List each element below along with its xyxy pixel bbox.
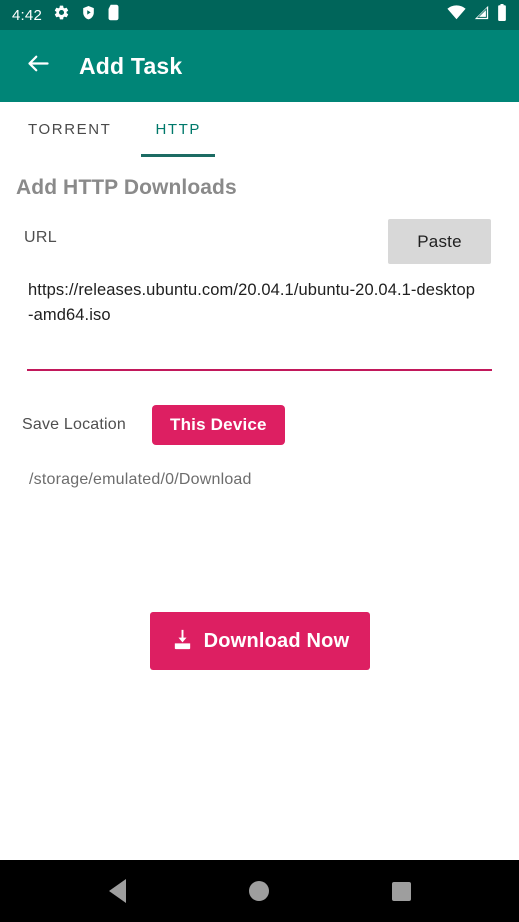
cellular-signal-icon <box>473 5 490 25</box>
nav-recents-icon <box>392 881 412 901</box>
tab-http-label: HTTP <box>155 121 202 138</box>
tab-torrent[interactable]: TORRENT <box>6 102 133 157</box>
back-button[interactable] <box>16 44 60 88</box>
tab-http[interactable]: HTTP <box>133 102 223 157</box>
shield-play-icon <box>81 4 96 26</box>
nav-recents-button[interactable] <box>372 860 432 922</box>
status-bar-left: 4:42 <box>12 4 120 26</box>
status-bar-clock: 4:42 <box>12 6 42 24</box>
download-now-button[interactable]: Download Now <box>150 612 370 670</box>
sd-card-icon <box>107 4 120 26</box>
url-field-row: URL Paste <box>0 215 519 265</box>
url-label: URL <box>24 229 57 246</box>
nav-back-button[interactable] <box>87 860 147 922</box>
status-bar-right <box>447 4 507 26</box>
main-content: Add HTTP Downloads URL Paste https://rel… <box>0 157 519 860</box>
battery-icon <box>497 4 507 26</box>
arrow-left-icon <box>25 50 52 82</box>
section-heading: Add HTTP Downloads <box>16 176 237 199</box>
nav-back-icon <box>108 879 126 903</box>
page-title: Add Task <box>79 52 183 79</box>
phone-screen: 4:42 Add Task TORRENT HTTP Add HTTP Down… <box>0 0 519 922</box>
download-icon <box>171 628 194 654</box>
download-now-label: Download Now <box>203 629 350 652</box>
gear-icon <box>53 4 70 26</box>
save-path-value: /storage/emulated/0/Download <box>29 471 252 488</box>
save-location-label: Save Location <box>22 416 127 433</box>
status-bar: 4:42 <box>0 0 519 30</box>
url-input-underline <box>27 369 492 371</box>
paste-button[interactable]: Paste <box>388 219 491 264</box>
tab-torrent-label: TORRENT <box>28 121 112 138</box>
android-nav-bar <box>0 860 519 922</box>
wifi-icon <box>447 5 466 25</box>
nav-home-button[interactable] <box>229 860 289 922</box>
save-location-row: Save Location This Device <box>0 402 285 448</box>
url-input[interactable]: https://releases.ubuntu.com/20.04.1/ubun… <box>28 278 479 328</box>
app-bar: Add Task <box>0 30 519 102</box>
nav-home-icon <box>249 881 270 901</box>
this-device-button[interactable]: This Device <box>152 405 285 445</box>
tab-bar: TORRENT HTTP <box>0 102 519 157</box>
